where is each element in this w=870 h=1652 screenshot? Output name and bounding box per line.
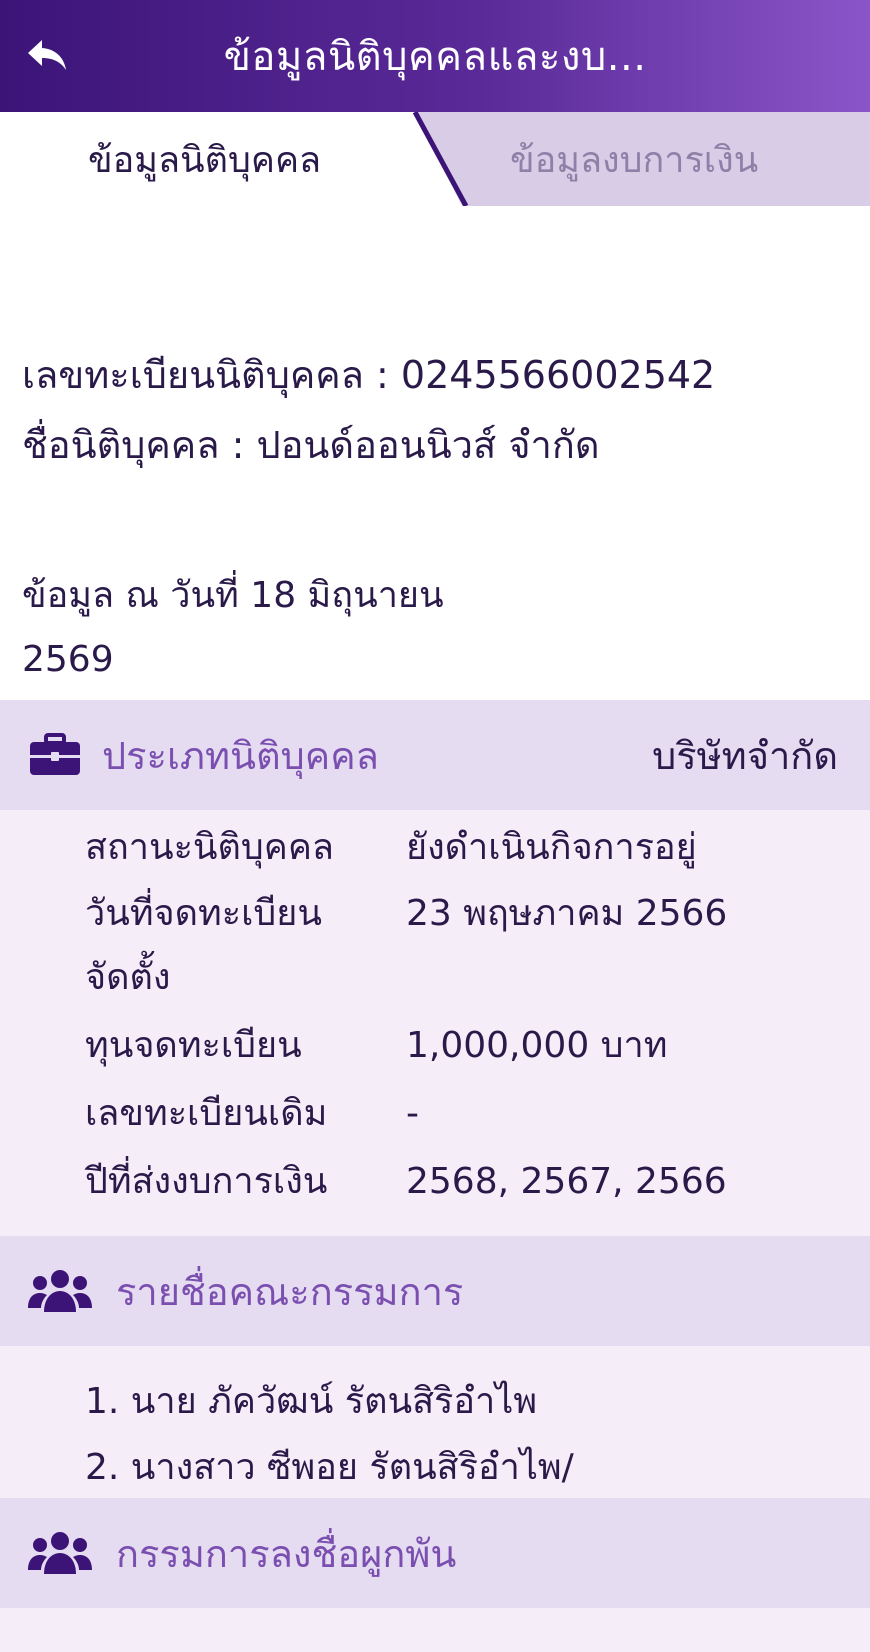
reply-arrow-icon: [28, 40, 66, 70]
financial-years-value: 2568, 2567, 2566: [406, 1161, 727, 1202]
directors-title: รายชื่อคณะกรรมการ: [116, 1269, 464, 1314]
company-details: สถานะนิติบุคคล ยังดำเนินกิจการอยู่ วันที…: [0, 810, 870, 1236]
users-group-icon: [28, 1532, 92, 1574]
registered-date-label-line1: วันที่จดทะเบียน: [85, 893, 322, 934]
company-type-section-header: ประเภทนิติบุคคล บริษัทจำกัด: [0, 700, 870, 810]
directors-list: 1. นาย ภัควัฒน์ รัตนสิริอำไพ 2. นางสาว ซ…: [0, 1346, 870, 1498]
capital-value: 1,000,000 บาท: [406, 1025, 668, 1066]
company-name: ชื่อนิติบุคคล : ปอนด์ออนนิวส์ จำกัด: [22, 423, 600, 467]
tab-financial-info[interactable]: ข้อมูลงบการเงิน: [510, 112, 758, 206]
registered-date-label: วันที่จดทะเบียน จัดตั้ง: [85, 882, 322, 1010]
registered-date-value: 23 พฤษภาคม 2566: [406, 893, 728, 934]
directors-section-header: รายชื่อคณะกรรมการ: [0, 1236, 870, 1346]
tab-bar: ข้อมูลนิติบุคคล ข้อมูลงบการเงิน: [0, 112, 870, 206]
users-group-icon: [28, 1270, 92, 1312]
top-app-bar: ข้อมูลนิติบุคคลและงบ...: [0, 0, 870, 112]
company-type-label: ประเภทนิติบุคคล: [102, 733, 379, 778]
tab-company-info[interactable]: ข้อมูลนิติบุคคล: [88, 112, 321, 206]
briefcase-icon: [30, 733, 80, 775]
status-label: สถานะนิติบุคคล: [85, 827, 334, 868]
registered-date-label-line2: จัดตั้ง: [85, 957, 171, 998]
old-registration-label: เลขทะเบียนเดิม: [85, 1093, 328, 1134]
signing-directors-title: กรรมการลงชื่อผูกพัน: [116, 1531, 457, 1576]
status-value: ยังดำเนินกิจการอยู่: [406, 827, 697, 868]
old-registration-value: -: [406, 1093, 419, 1134]
registration-number: เลขทะเบียนนิติบุคคล : 0245566002542: [22, 353, 716, 397]
capital-label: ทุนจดทะเบียน: [85, 1025, 302, 1066]
company-type-value: บริษัทจำกัด: [652, 733, 838, 778]
data-as-of-date: ข้อมูล ณ วันที่ 18 มิถุนายน 2569: [22, 564, 444, 692]
signing-directors-section-header: กรรมการลงชื่อผูกพัน: [0, 1498, 870, 1608]
financial-years-label: ปีที่ส่งงบการเงิน: [85, 1161, 328, 1202]
data-as-of-line2: 2569: [22, 639, 114, 680]
director-item: 2. นางสาว ซีพอย รัตนสิริอำไพ/: [85, 1447, 574, 1488]
page-title: ข้อมูลนิติบุคคลและงบ...: [223, 34, 647, 80]
data-as-of-line1: ข้อมูล ณ วันที่ 18 มิถุนายน: [22, 575, 444, 616]
signing-directors-list: [0, 1608, 870, 1652]
back-button[interactable]: [20, 28, 76, 84]
director-item: 1. นาย ภัควัฒน์ รัตนสิริอำไพ: [85, 1381, 538, 1422]
